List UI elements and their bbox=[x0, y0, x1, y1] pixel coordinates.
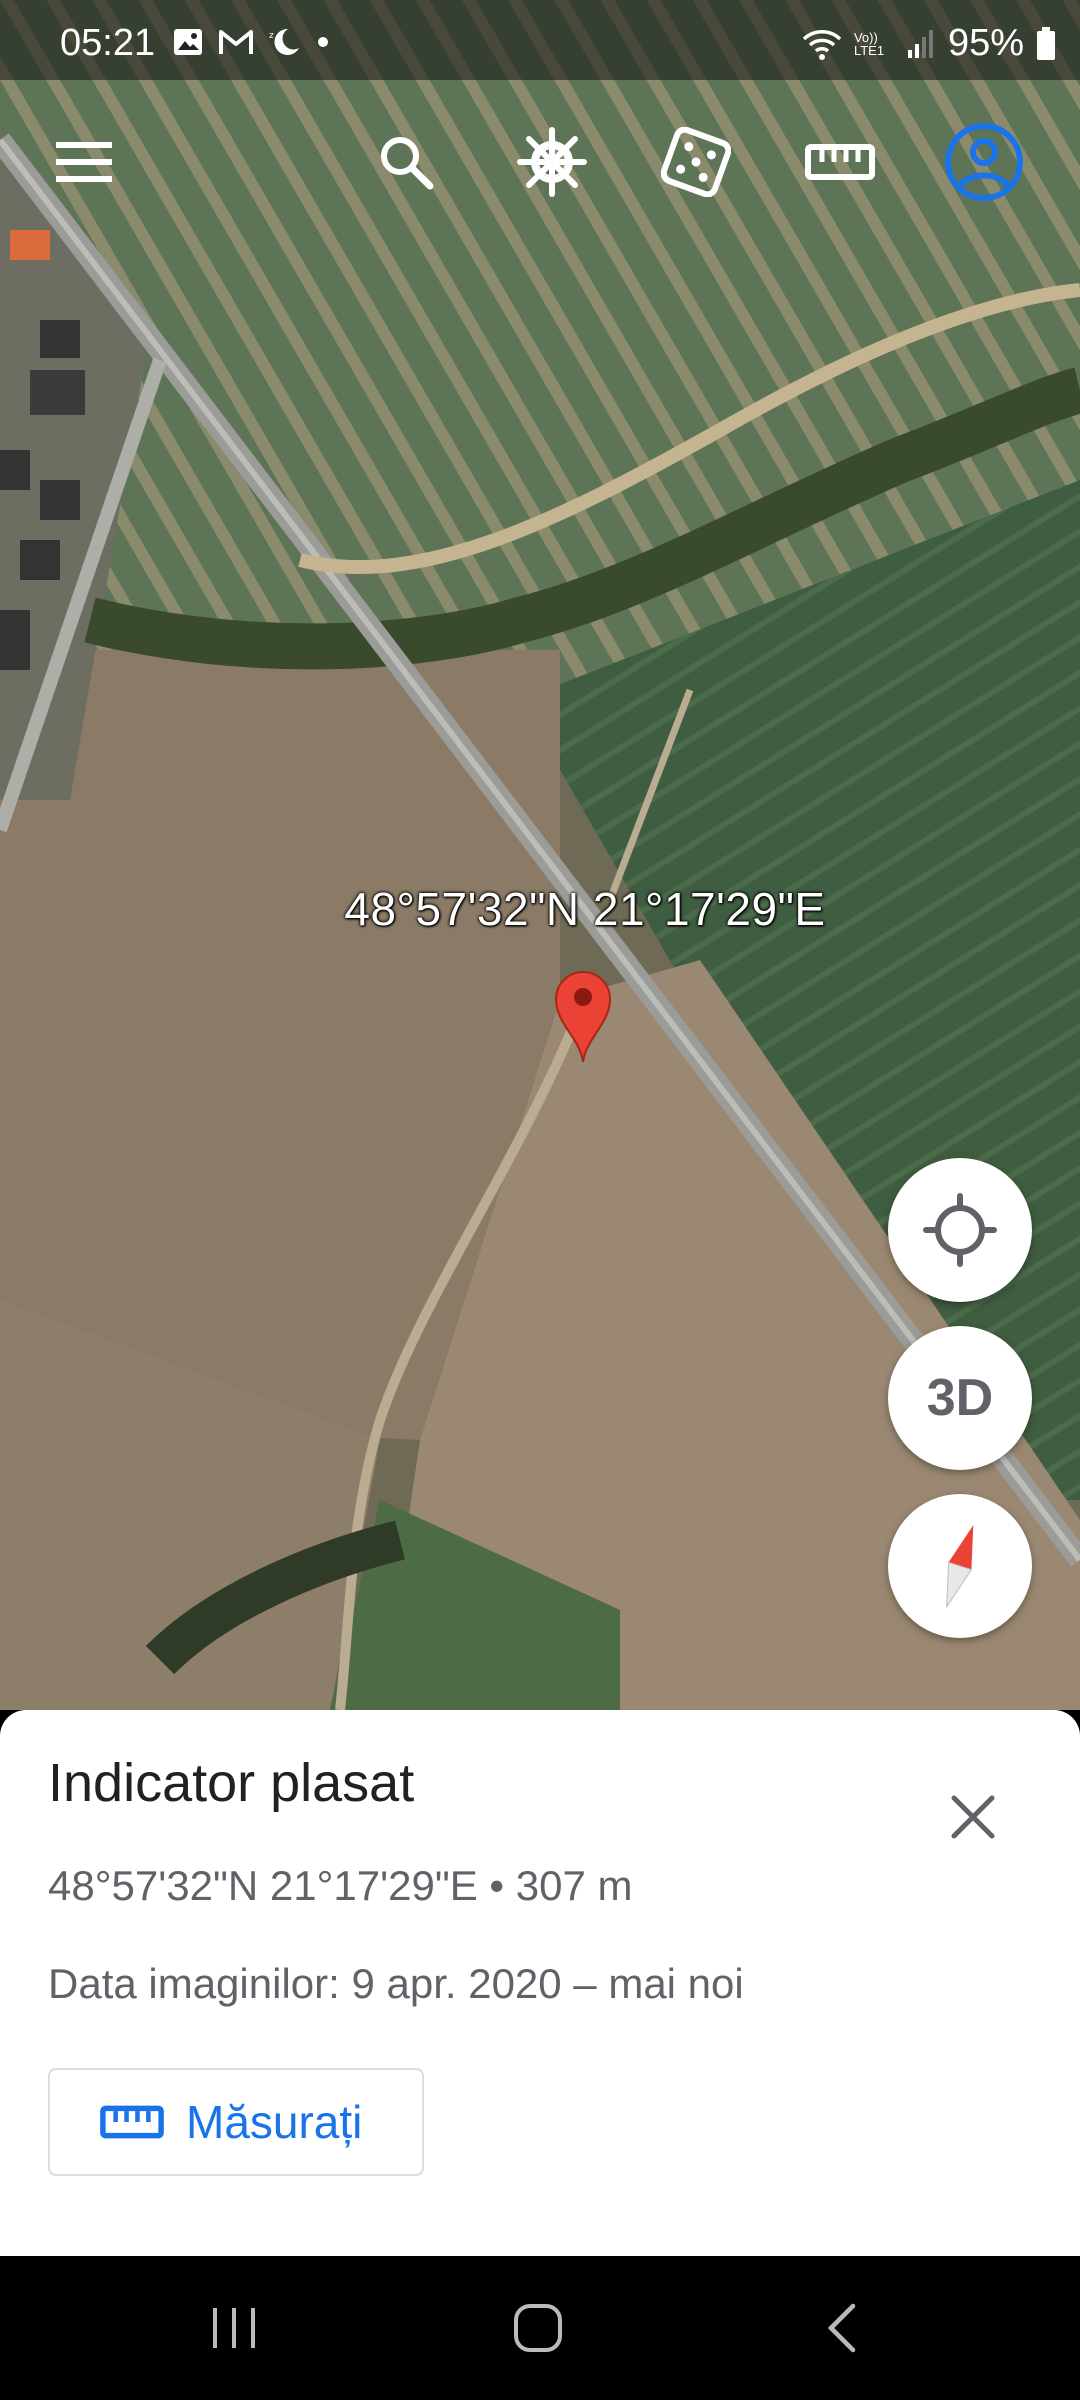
wifi-icon bbox=[802, 29, 842, 60]
random-place-button[interactable] bbox=[656, 122, 736, 202]
dice-icon bbox=[661, 127, 731, 197]
search-icon bbox=[381, 137, 434, 190]
account-icon bbox=[945, 123, 1023, 201]
signal-icon bbox=[907, 29, 933, 58]
gmail-icon bbox=[219, 30, 253, 54]
voyager-button[interactable] bbox=[512, 122, 592, 202]
account-button[interactable] bbox=[944, 122, 1024, 202]
svg-text:z: z bbox=[269, 31, 274, 41]
system-navigation-bar bbox=[0, 2256, 1080, 2400]
3d-label: 3D bbox=[926, 1369, 994, 1427]
home-icon bbox=[514, 2304, 562, 2352]
notification-icons: z bbox=[172, 26, 330, 58]
measure-button-label: Măsurați bbox=[186, 2096, 363, 2148]
dot-icon bbox=[318, 37, 328, 47]
pin-coordinates: 48°57'32"N 21°17'29"E • 307 m bbox=[48, 1862, 633, 1909]
measure-button[interactable]: Măsurați bbox=[48, 2068, 424, 2176]
status-bar: 05:21 z Vo)) LTE1 95% bbox=[0, 0, 1080, 80]
ruler-icon bbox=[100, 2105, 164, 2139]
back-button[interactable] bbox=[782, 2278, 902, 2378]
ruler-icon bbox=[805, 144, 875, 180]
3d-toggle-button[interactable]: 3D bbox=[888, 1326, 1032, 1470]
close-button[interactable] bbox=[938, 1782, 1008, 1852]
home-button[interactable] bbox=[478, 2278, 598, 2378]
volte-icon: Vo)) LTE1 bbox=[853, 29, 885, 58]
battery-percent: 95% bbox=[947, 22, 1024, 64]
status-time: 05:21 bbox=[60, 22, 156, 64]
status-right-group: Vo)) LTE1 95% bbox=[802, 22, 1056, 65]
battery-icon bbox=[1037, 26, 1055, 60]
coordinate-label: 48°57'32"N 21°17'29"E bbox=[344, 883, 826, 935]
search-button[interactable] bbox=[366, 122, 446, 202]
back-icon bbox=[827, 2303, 856, 2353]
placed-pin-sheet: Indicator plasat 48°57'32"N 21°17'29"E •… bbox=[0, 1710, 1080, 2256]
moon-icon: z bbox=[269, 28, 299, 55]
menu-icon bbox=[56, 142, 112, 182]
recents-button[interactable] bbox=[174, 2278, 294, 2378]
menu-button[interactable] bbox=[44, 122, 124, 202]
crosshair-icon bbox=[923, 1193, 997, 1267]
compass-icon bbox=[946, 1525, 974, 1609]
placed-pin[interactable] bbox=[552, 968, 614, 1064]
location-pin-icon bbox=[554, 971, 612, 1063]
image-icon bbox=[174, 29, 202, 55]
recents-icon bbox=[213, 2308, 255, 2348]
my-location-button[interactable] bbox=[888, 1158, 1032, 1302]
measure-tool-button[interactable] bbox=[800, 122, 880, 202]
close-icon bbox=[951, 1795, 995, 1839]
imagery-date: Data imaginilor: 9 apr. 2020 – mai noi bbox=[48, 1960, 744, 2007]
voyager-helm-icon bbox=[517, 127, 587, 197]
compass-button[interactable] bbox=[888, 1494, 1032, 1638]
sheet-title: Indicator plasat bbox=[48, 1753, 415, 1813]
